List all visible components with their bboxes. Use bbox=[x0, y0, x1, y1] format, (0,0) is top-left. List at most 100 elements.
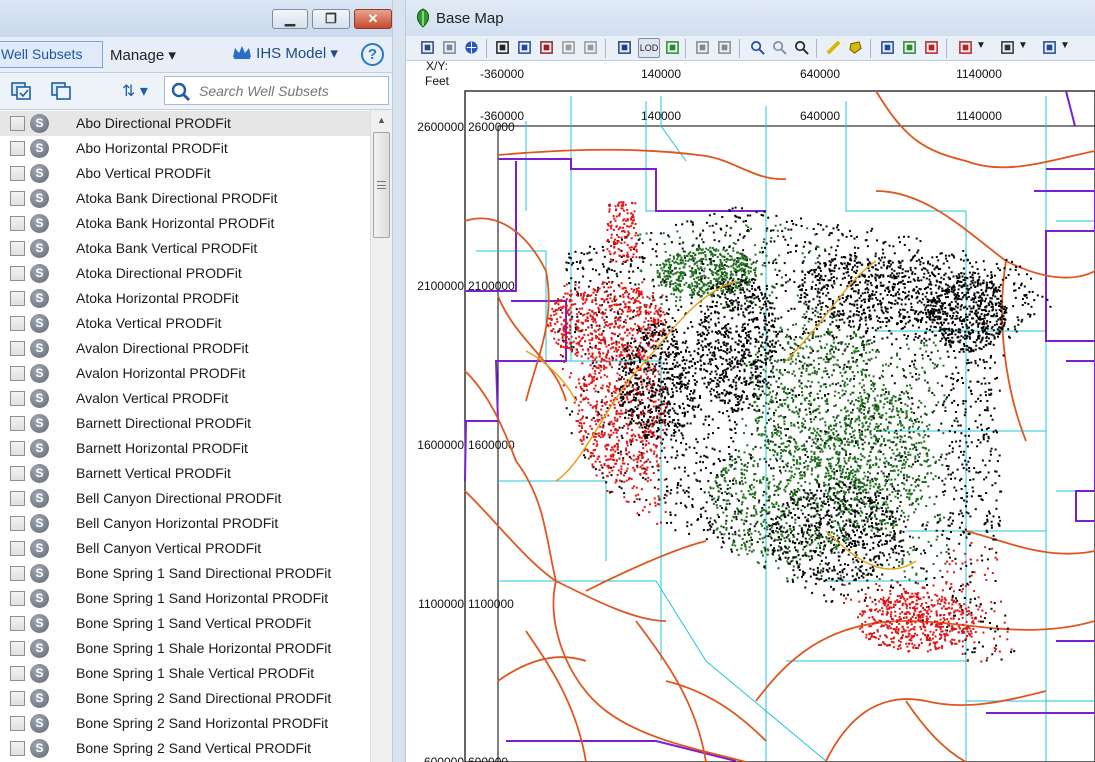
restore-button[interactable]: ❐ bbox=[312, 9, 350, 29]
item-checkbox[interactable] bbox=[10, 566, 25, 581]
subset-badge-icon: S bbox=[30, 114, 49, 133]
zoom-out-icon[interactable] bbox=[772, 40, 787, 55]
measure-icon[interactable] bbox=[826, 40, 841, 55]
tree-icon[interactable] bbox=[924, 40, 939, 55]
ruler-icon[interactable] bbox=[617, 40, 632, 55]
save-map-icon[interactable] bbox=[420, 40, 435, 55]
list-item[interactable]: S Atoka Vertical PRODFit bbox=[0, 311, 370, 336]
grid-off-icon[interactable] bbox=[561, 40, 576, 55]
chevron-down-icon[interactable]: ▼ bbox=[1018, 40, 1028, 51]
item-checkbox[interactable] bbox=[10, 191, 25, 206]
item-checkbox[interactable] bbox=[10, 391, 25, 406]
item-checkbox[interactable] bbox=[10, 541, 25, 556]
item-checkbox[interactable] bbox=[10, 416, 25, 431]
item-checkbox[interactable] bbox=[10, 241, 25, 256]
minimize-button[interactable]: ▁ bbox=[272, 9, 308, 29]
chevron-down-icon[interactable]: ▼ bbox=[1060, 40, 1070, 51]
list-item[interactable]: S Abo Directional PRODFit bbox=[0, 111, 370, 136]
search-icon bbox=[171, 82, 191, 102]
zoom-extent-icon[interactable] bbox=[794, 40, 809, 55]
item-checkbox[interactable] bbox=[10, 366, 25, 381]
list-item[interactable]: S Bone Spring 1 Shale Vertical PRODFit bbox=[0, 661, 370, 686]
well-subsets-panel: ▁ ❐ ✕ Well Subsets Manage ▾ IHS Model ▾ … bbox=[0, 0, 392, 762]
lod-button[interactable]: LOD bbox=[638, 38, 660, 58]
item-checkbox[interactable] bbox=[10, 666, 25, 681]
item-checkbox[interactable] bbox=[10, 441, 25, 456]
zoom-in-icon[interactable] bbox=[750, 40, 765, 55]
list-item[interactable]: S Avalon Directional PRODFit bbox=[0, 336, 370, 361]
item-checkbox[interactable] bbox=[10, 166, 25, 181]
sort-menu[interactable]: ⇅ ▾ bbox=[122, 81, 148, 101]
manage-menu[interactable]: Manage ▾ bbox=[110, 46, 176, 64]
refresh-icon[interactable] bbox=[583, 40, 598, 55]
search-input[interactable] bbox=[197, 79, 385, 103]
list-item[interactable]: S Barnett Directional PRODFit bbox=[0, 411, 370, 436]
scroll-up-arrow-icon[interactable]: ▲ bbox=[371, 110, 392, 130]
item-checkbox[interactable] bbox=[10, 216, 25, 231]
align-icon[interactable] bbox=[902, 40, 917, 55]
list-item[interactable]: S Abo Horizontal PRODFit bbox=[0, 136, 370, 161]
grid-icon[interactable] bbox=[665, 40, 680, 55]
list-item[interactable]: S Bell Canyon Horizontal PRODFit bbox=[0, 511, 370, 536]
list-item[interactable]: S Bone Spring 1 Shale Horizontal PRODFit bbox=[0, 636, 370, 661]
globe-icon[interactable] bbox=[464, 40, 479, 55]
item-checkbox[interactable] bbox=[10, 466, 25, 481]
symbol-menu-icon[interactable] bbox=[958, 40, 973, 55]
item-checkbox[interactable] bbox=[10, 491, 25, 506]
close-button[interactable]: ✕ bbox=[354, 9, 392, 29]
list-item[interactable]: S Bell Canyon Directional PRODFit bbox=[0, 486, 370, 511]
item-checkbox[interactable] bbox=[10, 516, 25, 531]
list-item[interactable]: S Bone Spring 1 Sand Horizontal PRODFit bbox=[0, 586, 370, 611]
list-item[interactable]: S Avalon Vertical PRODFit bbox=[0, 386, 370, 411]
item-checkbox[interactable] bbox=[10, 266, 25, 281]
list-item[interactable]: S Atoka Directional PRODFit bbox=[0, 261, 370, 286]
shield-menu-icon[interactable] bbox=[1042, 40, 1057, 55]
list-item[interactable]: S Bone Spring 1 Sand Directional PRODFit bbox=[0, 561, 370, 586]
item-checkbox[interactable] bbox=[10, 616, 25, 631]
export-icon[interactable] bbox=[880, 40, 895, 55]
item-checkbox[interactable] bbox=[10, 691, 25, 706]
item-checkbox[interactable] bbox=[10, 641, 25, 656]
item-checkbox[interactable] bbox=[10, 291, 25, 306]
ihs-model-menu[interactable]: IHS Model ▾ bbox=[232, 44, 338, 62]
list-item[interactable]: S Avalon Horizontal PRODFit bbox=[0, 361, 370, 386]
cursor-icon[interactable] bbox=[695, 40, 710, 55]
list-item[interactable]: S Bone Spring 2 Sand Horizontal PRODFit bbox=[0, 711, 370, 736]
move-menu-icon[interactable] bbox=[1000, 40, 1015, 55]
list-item[interactable]: S Barnett Horizontal PRODFit bbox=[0, 436, 370, 461]
map-canvas[interactable]: X/Y: Feet -360000 140000 640000 1140000 -36000… bbox=[406, 61, 1095, 762]
list-scrollbar[interactable]: ▲ bbox=[370, 110, 392, 762]
item-checkbox[interactable] bbox=[10, 741, 25, 756]
list-item[interactable]: S Atoka Bank Vertical PRODFit bbox=[0, 236, 370, 261]
pan-icon[interactable] bbox=[717, 40, 732, 55]
list-item[interactable]: S Atoka Bank Horizontal PRODFit bbox=[0, 211, 370, 236]
duplicate-subset-icon[interactable] bbox=[50, 81, 72, 101]
list-item[interactable]: S Atoka Horizontal PRODFit bbox=[0, 286, 370, 311]
panel-splitter[interactable] bbox=[392, 0, 406, 762]
list-item[interactable]: S Bell Canyon Vertical PRODFit bbox=[0, 536, 370, 561]
list-item[interactable]: S Atoka Bank Directional PRODFit bbox=[0, 186, 370, 211]
copy-subset-icon[interactable] bbox=[10, 81, 32, 101]
scroll-thumb[interactable] bbox=[373, 132, 390, 238]
item-checkbox[interactable] bbox=[10, 116, 25, 131]
list-item[interactable]: S Abo Vertical PRODFit bbox=[0, 161, 370, 186]
print-icon[interactable] bbox=[442, 40, 457, 55]
item-checkbox[interactable] bbox=[10, 341, 25, 356]
item-label: Avalon Directional PRODFit bbox=[76, 340, 249, 356]
list-item[interactable]: S Barnett Vertical PRODFit bbox=[0, 461, 370, 486]
list-item[interactable]: S Bone Spring 1 Sand Vertical PRODFit bbox=[0, 611, 370, 636]
item-checkbox[interactable] bbox=[10, 591, 25, 606]
outer-y-tick-label: 600000 bbox=[424, 755, 464, 762]
item-checkbox[interactable] bbox=[10, 141, 25, 156]
help-button[interactable]: ? bbox=[361, 43, 384, 66]
item-checkbox[interactable] bbox=[10, 316, 25, 331]
tab-well-subsets[interactable]: Well Subsets bbox=[0, 41, 103, 68]
list-item[interactable]: S Bone Spring 2 Sand Directional PRODFit bbox=[0, 686, 370, 711]
list-item[interactable]: S Bone Spring 2 Sand Vertical PRODFit bbox=[0, 736, 370, 761]
chevron-down-icon[interactable]: ▼ bbox=[976, 40, 986, 51]
item-checkbox[interactable] bbox=[10, 716, 25, 731]
raster-icon[interactable] bbox=[539, 40, 554, 55]
image-icon[interactable] bbox=[517, 40, 532, 55]
layers-icon[interactable] bbox=[495, 40, 510, 55]
polygon-icon[interactable] bbox=[848, 40, 863, 55]
